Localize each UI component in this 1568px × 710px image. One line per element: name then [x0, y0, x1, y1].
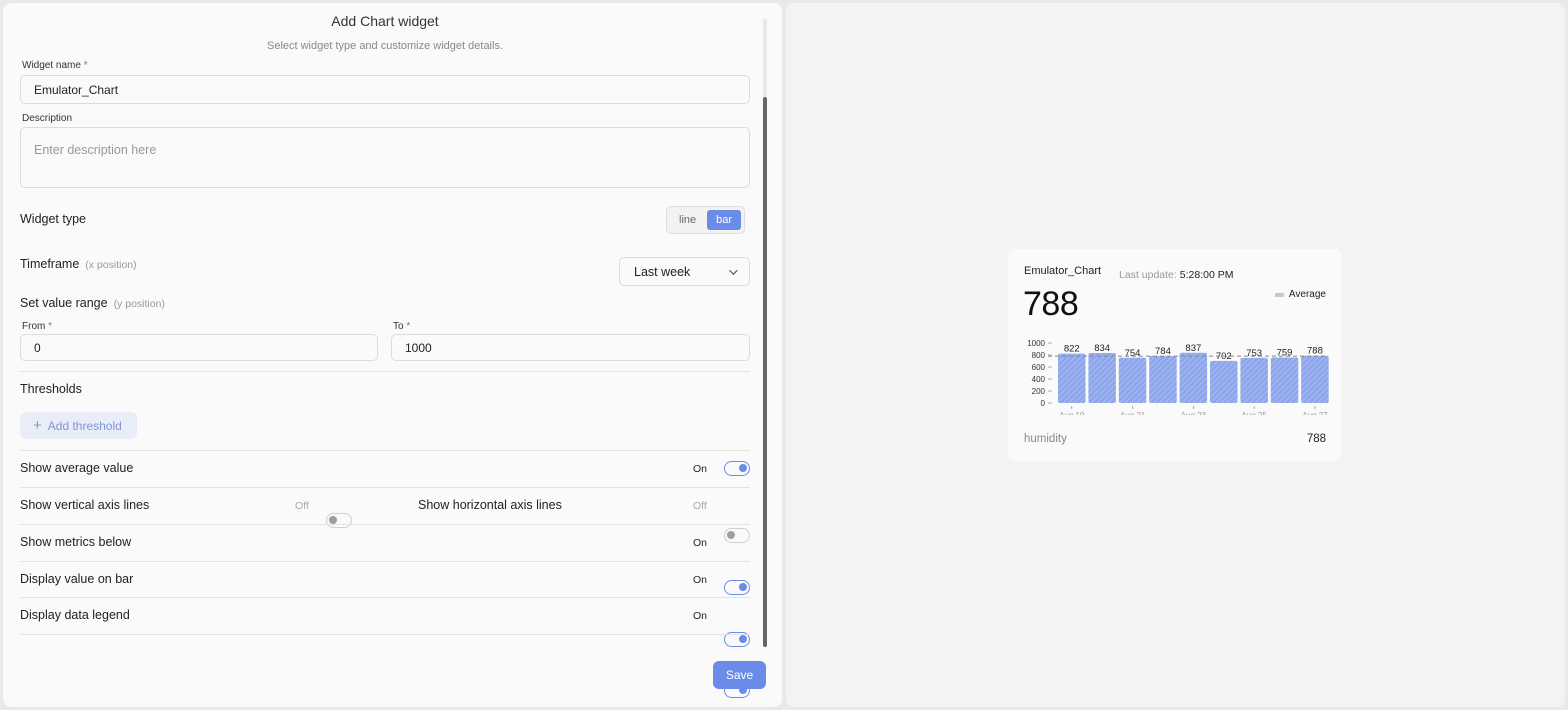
widget-config-panel: Add Chart widget Select widget type and …	[3, 3, 782, 707]
bar-value-label: 784	[1155, 346, 1171, 357]
card-widget-name: Emulator_Chart	[1024, 265, 1102, 277]
last-update-label: Last update:	[1119, 269, 1177, 281]
bar-value-label: 788	[1307, 346, 1323, 357]
divider	[20, 450, 750, 451]
widget-name-value: Emulator_Chart	[34, 82, 119, 97]
widget-type-bar-option[interactable]: bar	[707, 210, 742, 230]
dialog-title: Add Chart widget	[331, 13, 439, 29]
description-textarea[interactable]: Enter description here	[20, 127, 750, 188]
x-tick-label: Aug 23	[1181, 411, 1207, 417]
metrics-below-toggle[interactable]	[724, 580, 750, 595]
description-label: Description	[22, 113, 73, 124]
timeframe-label: Timeframe (x position)	[20, 257, 137, 271]
last-update-value: 5:28:00 PM	[1179, 269, 1234, 281]
bar	[1270, 357, 1299, 403]
widget-name-label: Widget name *	[22, 60, 88, 71]
vertical-axis-state: Off	[295, 500, 309, 512]
thresholds-label: Thresholds	[20, 382, 82, 396]
bar	[1301, 355, 1329, 403]
divider	[20, 597, 750, 598]
horizontal-axis-state: Off	[693, 500, 707, 512]
add-threshold-button[interactable]: + Add threshold	[20, 412, 137, 439]
range-to-input[interactable]: 1000	[391, 334, 750, 361]
bar	[1210, 360, 1238, 403]
bar-value-label: 822	[1064, 344, 1080, 355]
metrics-below-state: On	[693, 537, 708, 549]
bar-value-label: 834	[1094, 343, 1110, 354]
bar	[1118, 357, 1147, 403]
timeframe-value: Last week	[634, 264, 691, 279]
x-tick-label: Aug 21	[1120, 411, 1146, 417]
x-tick-label: Aug 25	[1241, 411, 1267, 417]
divider	[20, 561, 750, 562]
show-average-toggle[interactable]	[724, 461, 750, 476]
widget-type-segmented: line bar	[666, 206, 746, 234]
description-placeholder: Enter description here	[34, 143, 157, 157]
bar	[1240, 357, 1268, 403]
horizontal-axis-toggle[interactable]	[724, 528, 750, 543]
bar	[1058, 353, 1086, 403]
data-legend-label: Display data legend	[20, 608, 130, 622]
bar-value-label: 837	[1185, 343, 1201, 354]
bar	[1179, 352, 1208, 403]
scrollbar[interactable]	[763, 19, 767, 647]
metric-name: humidity	[1024, 433, 1067, 445]
timeframe-hint: (x position)	[85, 259, 137, 271]
range-from-value: 0	[34, 340, 41, 355]
save-button[interactable]: Save	[713, 661, 766, 689]
plus-icon: +	[33, 417, 42, 434]
current-value: 788	[1023, 285, 1079, 323]
from-label: From *	[22, 321, 53, 332]
widget-type-line-option[interactable]: line	[670, 210, 705, 230]
last-update: Last update: 5:28:00 PM	[1119, 265, 1234, 283]
bar-value-label: 754	[1125, 348, 1141, 359]
y-tick-label: 0	[1041, 399, 1046, 408]
bar-chart: 02004006008001000822 834 754 784 837702 753 75…	[1027, 339, 1329, 417]
metric-value: 788	[1306, 433, 1326, 445]
show-average-state: On	[693, 463, 708, 475]
x-tick-label: Aug 19	[1059, 411, 1085, 417]
scrollbar-thumb[interactable]	[763, 97, 767, 647]
chart-widget-card: Emulator_Chart Last update: 5:28:00 PM 78…	[1008, 249, 1342, 461]
vertical-axis-label: Show vertical axis lines	[20, 498, 150, 512]
widget-name-input[interactable]: Emulator_Chart	[20, 75, 750, 104]
bar	[1149, 355, 1177, 403]
legend-label: Average	[1288, 289, 1326, 300]
data-legend-state: On	[693, 610, 708, 622]
chevron-down-icon	[729, 265, 738, 275]
bar-value-label: 753	[1246, 348, 1262, 359]
metrics-below-label: Show metrics below	[20, 535, 132, 549]
divider	[20, 371, 750, 372]
timeframe-select[interactable]: Last week	[619, 257, 750, 286]
divider	[20, 634, 750, 635]
vertical-axis-toggle[interactable]	[326, 513, 352, 528]
y-tick-label: 400	[1032, 375, 1046, 384]
legend-swatch	[1274, 292, 1284, 297]
value-range-label: Set value range (y position)	[20, 296, 165, 310]
y-tick-label: 800	[1032, 351, 1046, 360]
to-label: To *	[393, 321, 411, 332]
range-from-input[interactable]: 0	[20, 334, 378, 361]
show-average-label: Show average value	[20, 461, 134, 475]
y-tick-label: 200	[1032, 387, 1046, 396]
chart-legend: Average	[1274, 289, 1326, 300]
y-tick-label: 600	[1032, 363, 1046, 372]
value-on-bar-label: Display value on bar	[20, 572, 134, 586]
divider	[20, 487, 750, 488]
divider	[20, 524, 750, 525]
bar-value-label: 759	[1277, 347, 1293, 358]
widget-type-label: Widget type	[20, 212, 87, 226]
dialog-subtitle: Select widget type and customize widget …	[266, 40, 504, 52]
range-to-value: 1000	[405, 340, 432, 355]
value-range-hint: (y position)	[113, 298, 165, 310]
x-tick-label: Aug 27	[1302, 411, 1328, 417]
add-threshold-label: Add threshold	[47, 418, 122, 433]
y-tick-label: 1000	[1027, 339, 1045, 348]
horizontal-axis-label: Show horizontal axis lines	[418, 498, 562, 512]
value-on-bar-state: On	[693, 574, 708, 586]
widget-preview-panel: Emulator_Chart Last update: 5:28:00 PM 78…	[786, 3, 1565, 707]
bar	[1088, 352, 1116, 403]
